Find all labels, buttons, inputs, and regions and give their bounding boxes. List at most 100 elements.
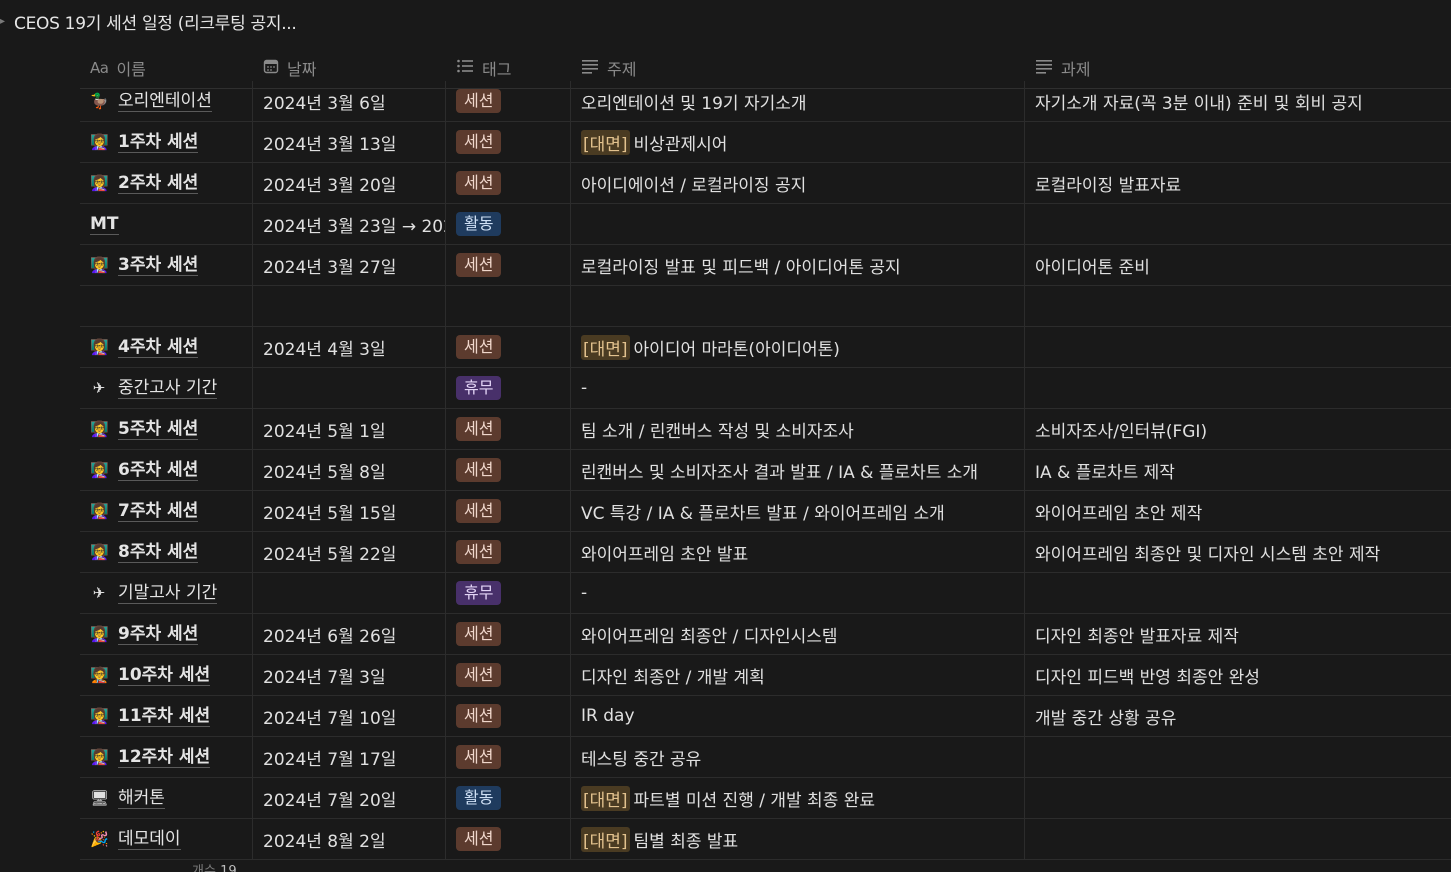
row-title[interactable]: 오리엔테이션: [118, 91, 212, 112]
cell-date[interactable]: 2024년 5월 22일: [253, 532, 446, 572]
cell-tag[interactable]: 세션: [446, 491, 571, 531]
table-row[interactable]: 👩‍🏫 6주차 세션 2024년 5월 8일 세션 린캔버스 및 소비자조사 결과 발표…: [80, 450, 1451, 491]
row-title[interactable]: 10주차 세션: [118, 665, 211, 686]
cell-name[interactable]: 🎉 데모데이: [80, 819, 253, 859]
table-row[interactable]: 👩‍🏫 7주차 세션 2024년 5월 15일 세션 VC 특강 / IA & 플로차트…: [80, 491, 1451, 532]
table-row[interactable]: 👩‍🏫 1주차 세션 2024년 3월 13일 세션 [대면] 비상관제시어: [80, 122, 1451, 163]
table-row[interactable]: 🦆 오리엔테이션 2024년 3월 6일 세션 오리엔테이션 및 19기 자기소개 자기소…: [80, 81, 1451, 122]
cell-name[interactable]: 👩‍🏫 12주차 세션: [80, 737, 253, 777]
row-title[interactable]: 7주차 세션: [118, 501, 199, 522]
cell-task[interactable]: [1025, 286, 1451, 326]
cell-tag[interactable]: 활동: [446, 204, 571, 244]
table-row[interactable]: 👩‍🏫 9주차 세션 2024년 6월 26일 세션 와이어프레임 최종안 / 디자인시…: [80, 614, 1451, 655]
cell-name[interactable]: 👩‍🏫 3주차 세션: [80, 245, 253, 285]
cell-topic[interactable]: 팀 소개 / 린캔버스 작성 및 소비자조사: [571, 409, 1025, 449]
cell-topic[interactable]: 와이어프레임 초안 발표: [571, 532, 1025, 572]
cell-date[interactable]: [253, 573, 446, 613]
cell-topic[interactable]: [571, 204, 1025, 244]
table-row[interactable]: [80, 286, 1451, 327]
cell-date[interactable]: 2024년 3월 20일: [253, 163, 446, 203]
cell-date[interactable]: 2024년 5월 15일: [253, 491, 446, 531]
cell-tag[interactable]: 세션: [446, 655, 571, 695]
cell-name[interactable]: 👩‍🏫 4주차 세션: [80, 327, 253, 367]
cell-date[interactable]: [253, 368, 446, 408]
cell-name[interactable]: 👩‍🏫 11주차 세션: [80, 696, 253, 736]
cell-name[interactable]: 👩‍🏫 8주차 세션: [80, 532, 253, 572]
cell-tag[interactable]: 세션: [446, 696, 571, 736]
cell-topic[interactable]: -: [571, 368, 1025, 408]
cell-tag[interactable]: 세션: [446, 614, 571, 654]
cell-date[interactable]: 2024년 5월 8일: [253, 450, 446, 490]
cell-tag[interactable]: 세션: [446, 245, 571, 285]
cell-topic[interactable]: [대면] 아이디어 마라톤(아이디어톤): [571, 327, 1025, 367]
cell-tag[interactable]: 세션: [446, 532, 571, 572]
cell-tag[interactable]: 휴무: [446, 368, 571, 408]
row-title[interactable]: 데모데이: [118, 829, 181, 850]
cell-name[interactable]: [80, 286, 253, 326]
table-row[interactable]: 🖥 해커톤 2024년 7월 20일 활동 [대면] 파트별 미션 진행 / 개발 최종 …: [80, 778, 1451, 819]
cell-task[interactable]: [1025, 122, 1451, 162]
cell-name[interactable]: 👩‍🏫 7주차 세션: [80, 491, 253, 531]
cell-topic[interactable]: [571, 286, 1025, 326]
cell-task[interactable]: 아이디어톤 준비: [1025, 245, 1451, 285]
cell-topic[interactable]: 디자인 최종안 / 개발 계획: [571, 655, 1025, 695]
cell-tag[interactable]: 세션: [446, 450, 571, 490]
cell-topic[interactable]: [대면] 팀별 최종 발표: [571, 819, 1025, 859]
cell-name[interactable]: 🖥 해커톤: [80, 778, 253, 818]
cell-name[interactable]: 👩‍🏫 9주차 세션: [80, 614, 253, 654]
cell-task[interactable]: 와이어프레임 최종안 및 디자인 시스템 초안 제작: [1025, 532, 1451, 572]
cell-tag[interactable]: 세션: [446, 122, 571, 162]
cell-name[interactable]: 👩‍🏫 2주차 세션: [80, 163, 253, 203]
cell-name[interactable]: 👩‍🏫 1주차 세션: [80, 122, 253, 162]
cell-task[interactable]: 소비자조사/인터뷰(FGI): [1025, 409, 1451, 449]
table-row[interactable]: 🧑‍🏫 10주차 세션 2024년 7월 3일 세션 디자인 최종안 / 개발 계획 디자…: [80, 655, 1451, 696]
cell-tag[interactable]: 세션: [446, 409, 571, 449]
cell-topic[interactable]: [대면] 비상관제시어: [571, 122, 1025, 162]
cell-date[interactable]: 2024년 7월 3일: [253, 655, 446, 695]
cell-date[interactable]: 2024년 4월 3일: [253, 327, 446, 367]
row-title[interactable]: 6주차 세션: [118, 460, 199, 481]
cell-tag[interactable]: 세션: [446, 81, 571, 121]
table-row[interactable]: 👩‍🏫 4주차 세션 2024년 4월 3일 세션 [대면] 아이디어 마라톤(아이디어톤…: [80, 327, 1451, 368]
cell-topic[interactable]: IR day: [571, 696, 1025, 736]
cell-name[interactable]: ✈ 기말고사 기간: [80, 573, 253, 613]
cell-topic[interactable]: -: [571, 573, 1025, 613]
table-row[interactable]: ✈ 기말고사 기간 휴무 -: [80, 573, 1451, 614]
cell-topic[interactable]: VC 특강 / IA & 플로차트 발표 / 와이어프레임 소개: [571, 491, 1025, 531]
cell-date[interactable]: 2024년 3월 23일 → 2024: [253, 204, 446, 244]
table-row[interactable]: MT 2024년 3월 23일 → 2024 활동: [80, 204, 1451, 245]
cell-topic[interactable]: 오리엔테이션 및 19기 자기소개: [571, 81, 1025, 121]
cell-tag[interactable]: 세션: [446, 163, 571, 203]
row-title[interactable]: 11주차 세션: [118, 706, 211, 727]
cell-task[interactable]: [1025, 778, 1451, 818]
row-title[interactable]: 5주차 세션: [118, 419, 199, 440]
cell-tag[interactable]: 세션: [446, 819, 571, 859]
cell-tag[interactable]: 활동: [446, 778, 571, 818]
cell-topic[interactable]: 린캔버스 및 소비자조사 결과 발표 / IA & 플로차트 소개: [571, 450, 1025, 490]
cell-name[interactable]: 👩‍🏫 5주차 세션: [80, 409, 253, 449]
cell-date[interactable]: [253, 286, 446, 326]
cell-date[interactable]: 2024년 3월 6일: [253, 81, 446, 121]
table-row[interactable]: 👩‍🏫 5주차 세션 2024년 5월 1일 세션 팀 소개 / 린캔버스 작성 및 소…: [80, 409, 1451, 450]
cell-topic[interactable]: 와이어프레임 최종안 / 디자인시스템: [571, 614, 1025, 654]
row-title[interactable]: 3주차 세션: [118, 255, 199, 276]
row-title[interactable]: 4주차 세션: [118, 337, 199, 358]
cell-task[interactable]: [1025, 327, 1451, 367]
row-title[interactable]: 1주차 세션: [118, 132, 199, 153]
cell-tag[interactable]: [446, 286, 571, 326]
cell-task[interactable]: 자기소개 자료(꼭 3분 이내) 준비 및 회비 공지: [1025, 81, 1451, 121]
cell-task[interactable]: 로컬라이징 발표자료: [1025, 163, 1451, 203]
cell-name[interactable]: 👩‍🏫 6주차 세션: [80, 450, 253, 490]
cell-date[interactable]: 2024년 7월 20일: [253, 778, 446, 818]
cell-topic[interactable]: 테스팅 중간 공유: [571, 737, 1025, 777]
cell-task[interactable]: IA & 플로차트 제작: [1025, 450, 1451, 490]
cell-task[interactable]: [1025, 819, 1451, 859]
database-title-row[interactable]: ▸ CEOS 19기 세션 일정 (리크루팅 공지...: [0, 8, 297, 34]
cell-date[interactable]: 2024년 7월 17일: [253, 737, 446, 777]
cell-task[interactable]: [1025, 368, 1451, 408]
toggle-caret-icon[interactable]: ▸: [0, 16, 6, 27]
table-row[interactable]: ✈ 중간고사 기간 휴무 -: [80, 368, 1451, 409]
cell-tag[interactable]: 세션: [446, 737, 571, 777]
cell-task[interactable]: 디자인 피드백 반영 최종안 완성: [1025, 655, 1451, 695]
row-title[interactable]: 12주차 세션: [118, 747, 211, 768]
